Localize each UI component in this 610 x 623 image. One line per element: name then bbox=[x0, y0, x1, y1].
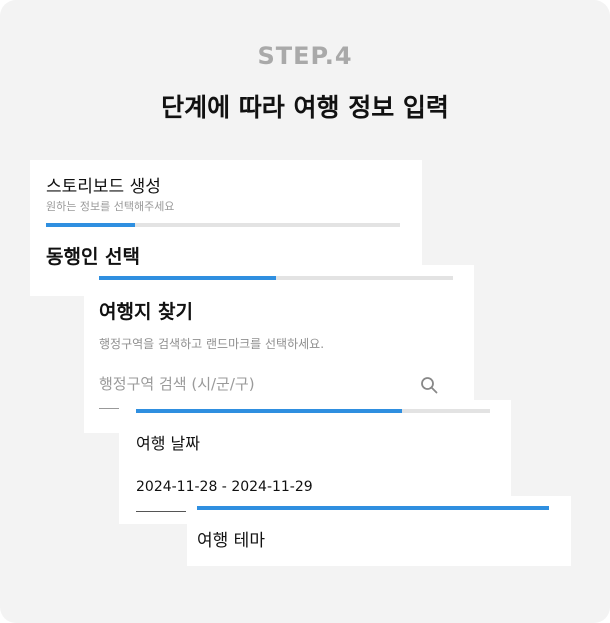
progress-bar-theme bbox=[197, 506, 549, 510]
destination-title: 여행지 찾기 bbox=[99, 301, 194, 323]
progress-fill bbox=[99, 276, 276, 280]
storyboard-title: 스토리보드 생성 bbox=[46, 177, 161, 197]
date-underline bbox=[136, 511, 186, 512]
progress-bar-storyboard bbox=[46, 223, 400, 227]
progress-bar-destination bbox=[99, 276, 453, 280]
progress-bar-dates bbox=[136, 409, 490, 413]
theme-title[interactable]: 여행 테마 bbox=[197, 526, 265, 551]
region-search-input[interactable]: 행정구역 검색 (시/군/구) bbox=[99, 373, 255, 394]
theme-card: 여행 테마 bbox=[187, 496, 571, 566]
progress-fill bbox=[136, 409, 402, 413]
step-illustration: STEP.4 단계에 따라 여행 정보 입력 스토리보드 생성 원하는 정보를 … bbox=[0, 0, 610, 623]
dates-title: 여행 날짜 bbox=[136, 434, 200, 453]
destination-description: 행정구역을 검색하고 랜드마크를 선택하세요. bbox=[99, 337, 325, 351]
date-range-field[interactable]: 2024-11-28 - 2024-11-29 bbox=[136, 479, 313, 495]
page-title: 단계에 따라 여행 정보 입력 bbox=[161, 93, 449, 122]
search-underline bbox=[99, 408, 121, 409]
search-icon[interactable] bbox=[420, 376, 438, 394]
progress-fill bbox=[46, 223, 135, 227]
step-label: STEP.4 bbox=[257, 42, 353, 70]
storyboard-subtitle: 원하는 정보를 선택해주세요 bbox=[46, 200, 175, 213]
progress-fill bbox=[197, 506, 549, 510]
